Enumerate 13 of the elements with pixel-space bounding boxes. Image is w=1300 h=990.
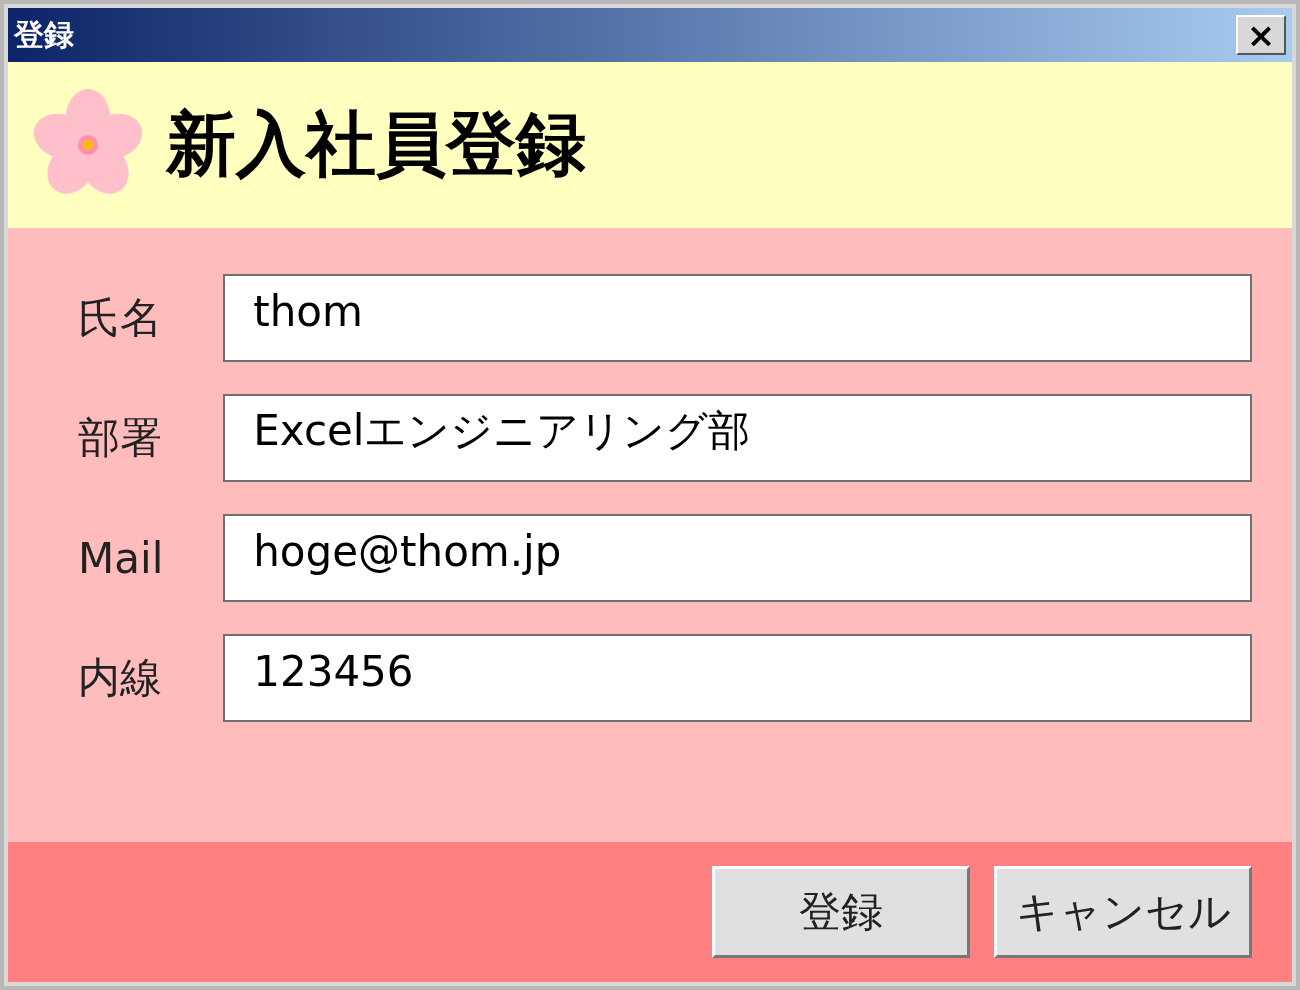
close-button[interactable]: × — [1236, 15, 1286, 55]
input-field[interactable]: hoge@thom.jp — [223, 514, 1252, 602]
field-label: 内線 — [78, 652, 163, 704]
input-field[interactable]: Excelエンジニアリング部 — [223, 394, 1252, 482]
form-title: 新入社員登録 — [166, 101, 586, 187]
dialog-button[interactable]: 登録 — [712, 866, 970, 958]
dialog-button[interactable]: キャンセル — [994, 866, 1252, 958]
input-field[interactable]: 123456 — [223, 634, 1252, 722]
field-label: 部署 — [78, 412, 163, 464]
window-title: 登録 — [14, 15, 74, 54]
field-label: Mail — [78, 533, 165, 583]
input-field[interactable]: thom — [223, 274, 1252, 362]
field-label: 氏名 — [78, 292, 163, 344]
